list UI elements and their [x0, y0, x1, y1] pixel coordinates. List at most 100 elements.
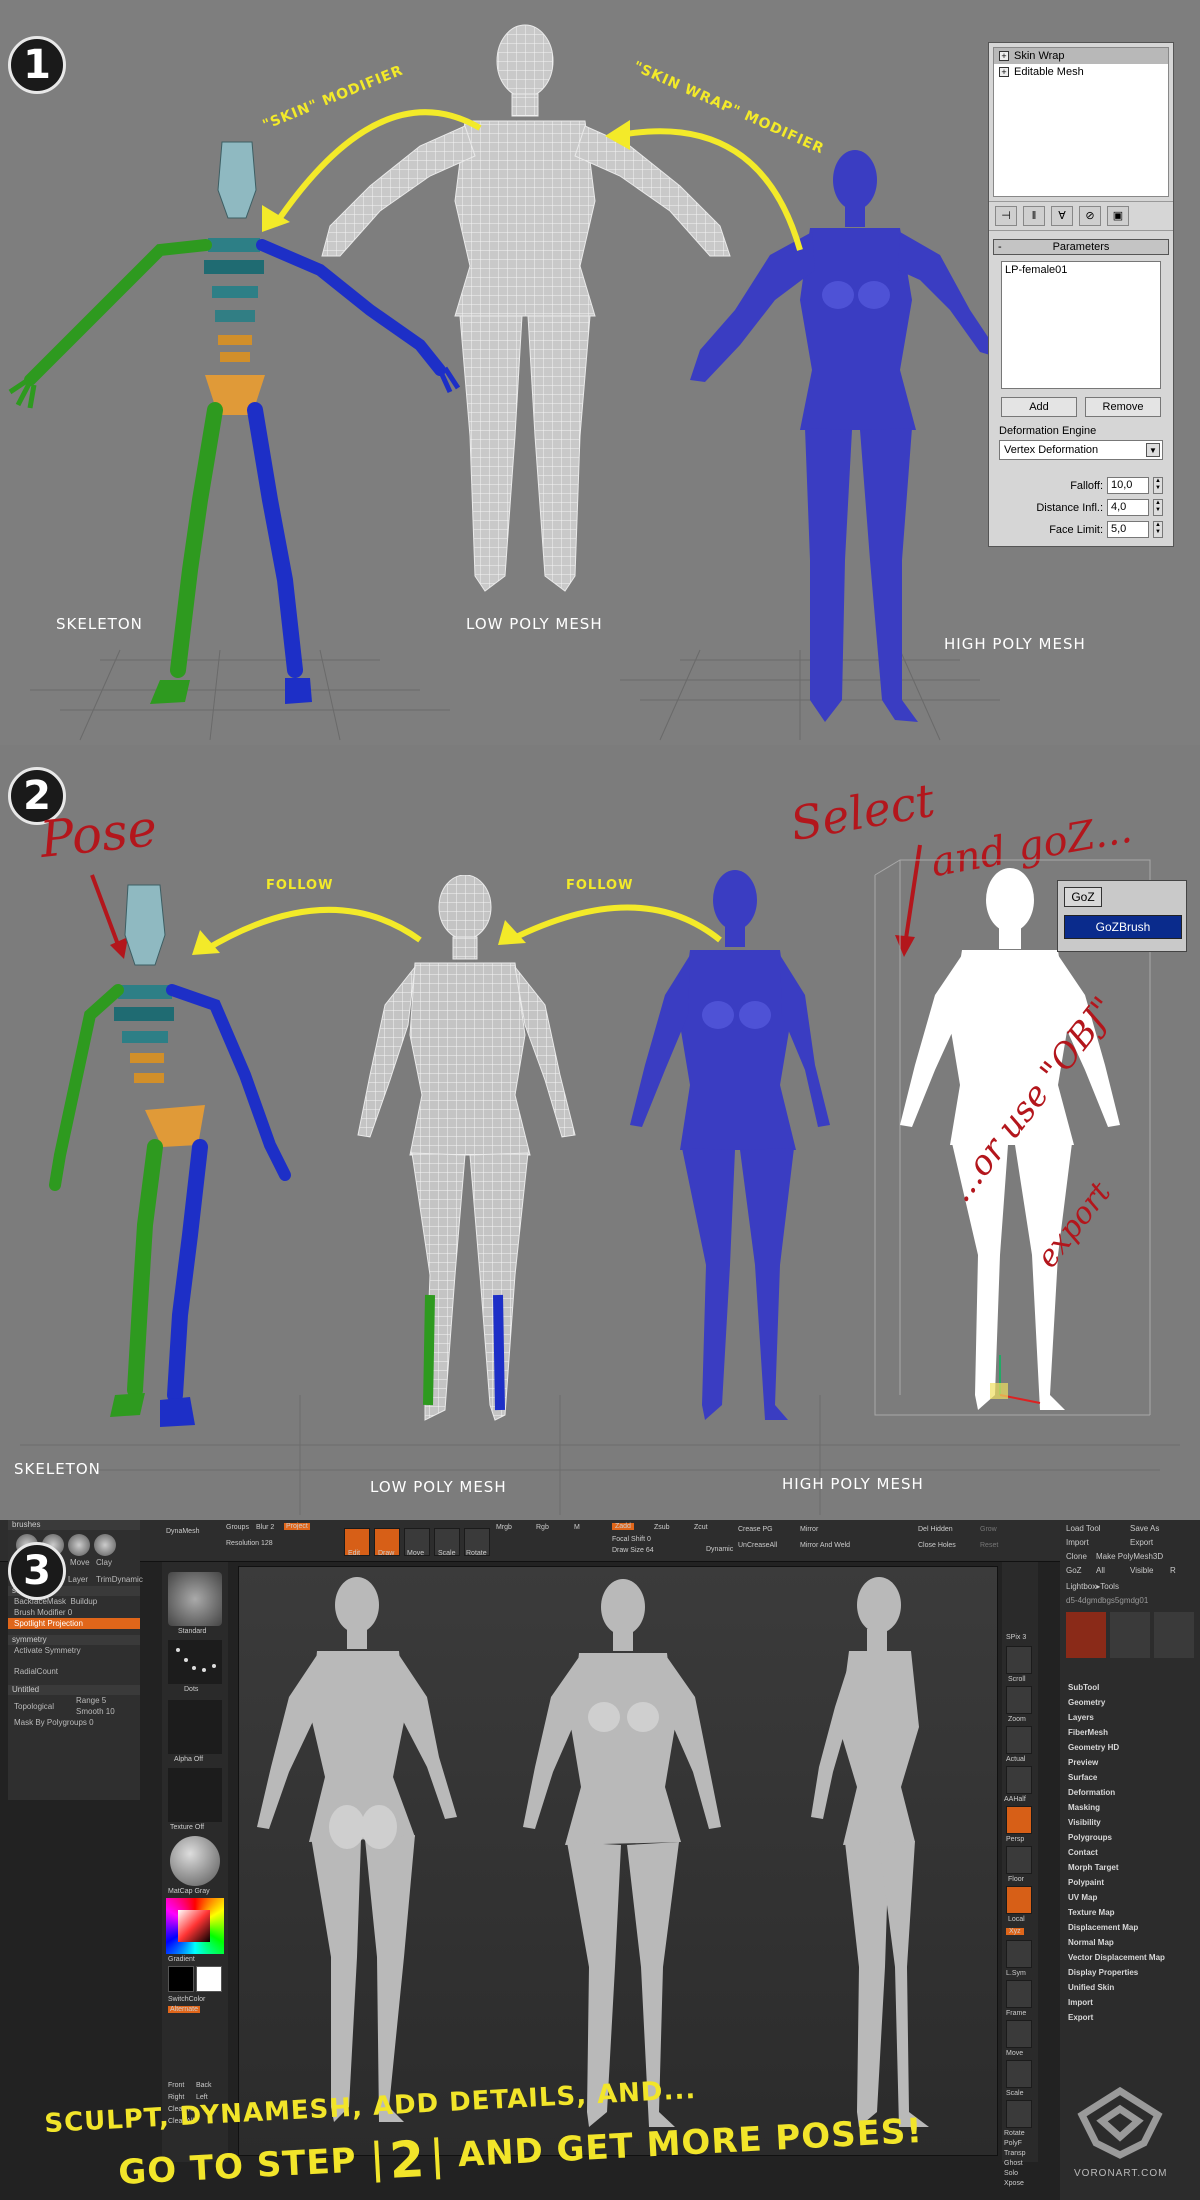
menu-subtool[interactable]: SubTool [1060, 1680, 1200, 1695]
goz-zbrush-item[interactable]: GoZBrush [1064, 915, 1182, 939]
resolution-slider[interactable]: Resolution 128 [226, 1540, 273, 1547]
menu-uv-map[interactable]: UV Map [1060, 1890, 1200, 1905]
menu-texture-map[interactable]: Texture Map [1060, 1905, 1200, 1920]
alternate-button[interactable]: Alternate [168, 2006, 201, 2013]
close-holes-button[interactable]: Close Holes [918, 1542, 956, 1549]
menu-polypaint[interactable]: Polypaint [1060, 1875, 1200, 1890]
goz-tab[interactable]: GoZ [1064, 887, 1102, 907]
mask-by-polygroups-slider[interactable]: Mask By Polygroups 0 [8, 1717, 140, 1728]
main-color-swatch[interactable] [168, 1966, 194, 1992]
focal-shift-slider[interactable]: Focal Shift 0 [612, 1536, 651, 1543]
make-unique-icon[interactable]: ∀ [1051, 206, 1073, 226]
crease-pg-button[interactable]: Crease PG [738, 1526, 773, 1533]
menu-deformation[interactable]: Deformation [1060, 1785, 1200, 1800]
actual-icon[interactable] [1006, 1726, 1032, 1754]
scale-view-icon[interactable] [1006, 2060, 1032, 2088]
stroke-dots-icon[interactable] [168, 1640, 222, 1684]
brush-modifier-slider[interactable]: Brush Modifier 0 [8, 1607, 140, 1618]
alpha-slot-icon[interactable] [168, 1700, 222, 1754]
lsym-icon[interactable] [1006, 1940, 1032, 1968]
menu-geometry-hd[interactable]: Geometry HD [1060, 1740, 1200, 1755]
brush-thumb-icon[interactable] [94, 1534, 116, 1556]
radial-count-slider[interactable]: RadialCount [8, 1666, 140, 1677]
clone-button[interactable]: Clone [1066, 1552, 1087, 1561]
front-button[interactable]: Front [168, 2082, 184, 2089]
menu-geometry[interactable]: Geometry [1060, 1695, 1200, 1710]
menu-export[interactable]: Export [1060, 2010, 1200, 2025]
make-polymesh3d-button[interactable]: Make PolyMesh3D [1096, 1552, 1163, 1561]
face-limit-field[interactable]: 5,0 [1107, 521, 1149, 538]
local-icon[interactable] [1006, 1886, 1032, 1914]
project-button[interactable]: Project [284, 1523, 310, 1530]
menu-display-properties[interactable]: Display Properties [1060, 1965, 1200, 1980]
import-button[interactable]: Import [1066, 1538, 1089, 1547]
del-hidden-button[interactable]: Del Hidden [918, 1526, 953, 1533]
topological-button[interactable]: Topological [14, 1701, 54, 1712]
uncrease-all-button[interactable]: UnCreaseAll [738, 1542, 777, 1549]
zcut-button[interactable]: Zcut [694, 1524, 708, 1531]
rotate-view-icon[interactable] [1006, 2100, 1032, 2128]
spotlight-projection-button[interactable]: Spotlight Projection [8, 1618, 140, 1629]
falloff-field[interactable]: 10,0 [1107, 477, 1149, 494]
distance-infl-spinner[interactable]: ▲ ▼ [1153, 499, 1163, 516]
visible-button[interactable]: Visible [1130, 1566, 1153, 1575]
add-button[interactable]: Add [1001, 397, 1077, 417]
r-button[interactable]: R [1170, 1566, 1176, 1575]
menu-layers[interactable]: Layers [1060, 1710, 1200, 1725]
persp-icon[interactable] [1006, 1806, 1032, 1834]
goz-all-button[interactable]: All [1096, 1566, 1105, 1575]
stack-item-skin-wrap[interactable]: + Skin Wrap [994, 48, 1168, 64]
zadd-button[interactable]: Zadd [612, 1523, 634, 1530]
material-sphere-icon[interactable] [170, 1836, 220, 1886]
dynamic-button[interactable]: Dynamic [706, 1546, 733, 1553]
tool-thumb-icon[interactable] [1066, 1612, 1106, 1658]
reset-button[interactable]: Reset [980, 1542, 998, 1549]
menu-polygroups[interactable]: Polygroups [1060, 1830, 1200, 1845]
zbrush-canvas[interactable] [238, 1566, 998, 2156]
remove-modifier-icon[interactable]: ⊘ [1079, 206, 1101, 226]
color-picker-icon[interactable] [166, 1898, 224, 1954]
m-button[interactable]: M [574, 1524, 580, 1531]
object-list[interactable]: LP-female01 [1001, 261, 1161, 389]
mrgb-button[interactable]: Mrgb [496, 1524, 512, 1531]
menu-masking[interactable]: Masking [1060, 1800, 1200, 1815]
right-button[interactable]: Right [168, 2094, 184, 2101]
mirror-and-weld-button[interactable]: Mirror And Weld [800, 1542, 850, 1549]
mirror-button[interactable]: Mirror [800, 1526, 818, 1533]
scroll-icon[interactable] [1006, 1646, 1032, 1674]
export-button[interactable]: Export [1130, 1538, 1153, 1547]
back-button[interactable]: Back [196, 2082, 212, 2089]
menu-unified-skin[interactable]: Unified Skin [1060, 1980, 1200, 1995]
menu-visibility[interactable]: Visibility [1060, 1815, 1200, 1830]
falloff-spinner[interactable]: ▲ ▼ [1153, 477, 1163, 494]
save-as-button[interactable]: Save As [1130, 1524, 1159, 1533]
zsub-button[interactable]: Zsub [654, 1524, 670, 1531]
menu-contact[interactable]: Contact [1060, 1845, 1200, 1860]
menu-morph-target[interactable]: Morph Target [1060, 1860, 1200, 1875]
menu-fibermesh[interactable]: FiberMesh [1060, 1725, 1200, 1740]
spix-button[interactable]: SPix 3 [1006, 1634, 1026, 1641]
menu-surface[interactable]: Surface [1060, 1770, 1200, 1785]
face-limit-spinner[interactable]: ▲ ▼ [1153, 521, 1163, 538]
rgb-button[interactable]: Rgb [536, 1524, 549, 1531]
switch-color-button[interactable]: SwitchColor [168, 1996, 205, 2003]
distance-infl-field[interactable]: 4,0 [1107, 499, 1149, 516]
configure-sets-icon[interactable]: ▣ [1107, 206, 1129, 226]
activate-symmetry-button[interactable]: Activate Symmetry [8, 1645, 140, 1656]
xyz-button[interactable]: Xyz [1006, 1928, 1024, 1935]
range-slider[interactable]: Range 5 [76, 1695, 106, 1706]
dynamesh-label[interactable]: DynaMesh [166, 1528, 199, 1535]
brush-thumb-icon[interactable] [68, 1534, 90, 1556]
goz-button[interactable]: GoZ [1066, 1566, 1082, 1575]
menu-vector-displacement-map[interactable]: Vector Displacement Map [1060, 1950, 1200, 1965]
zoom-icon[interactable] [1006, 1686, 1032, 1714]
menu-preview[interactable]: Preview [1060, 1755, 1200, 1770]
aahalf-icon[interactable] [1006, 1766, 1032, 1794]
load-tool-button[interactable]: Load Tool [1066, 1524, 1101, 1533]
smooth-slider[interactable]: Smooth 10 [76, 1706, 115, 1717]
tool-thumb-icon[interactable] [1110, 1612, 1150, 1658]
secondary-color-swatch[interactable] [196, 1966, 222, 1992]
draw-size-slider[interactable]: Draw Size 64 [612, 1547, 654, 1554]
tool-thumb-icon[interactable] [1154, 1612, 1194, 1658]
frame-icon[interactable] [1006, 1980, 1032, 2008]
